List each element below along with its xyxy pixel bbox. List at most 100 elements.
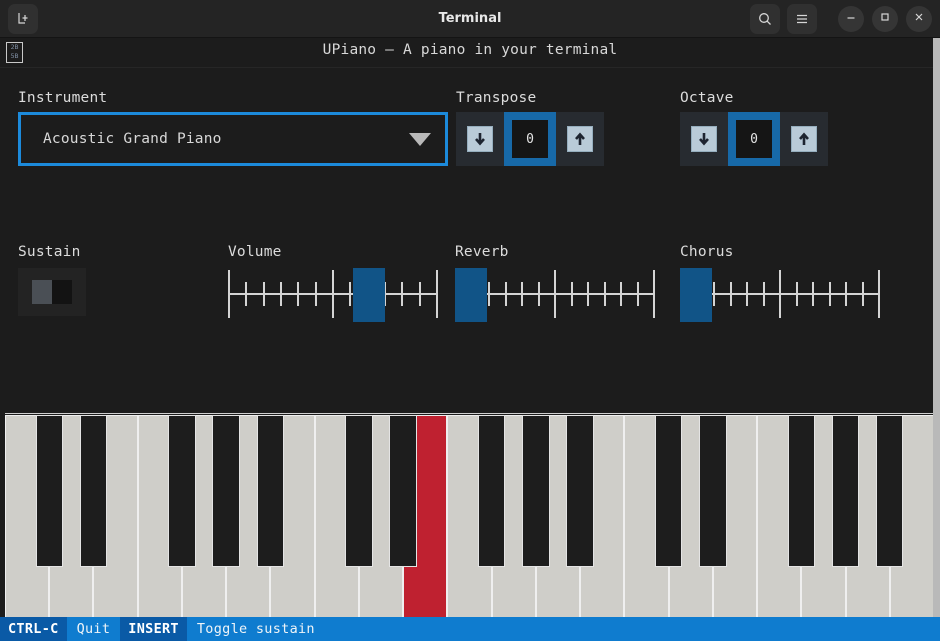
slider-tick [349,282,351,306]
status-shortcut-key: INSERT [120,617,187,641]
arrow-down-icon [467,126,493,152]
hamburger-menu-icon [794,11,810,27]
instrument-group: Instrument Acoustic Grand Piano [18,90,448,166]
slider-tick [746,282,748,306]
slider-tick [878,270,880,318]
slider-tick [436,270,438,318]
slider-group-chorus: Chorus [680,244,880,322]
slider-tick [297,282,299,306]
piano-black-key[interactable] [699,415,727,567]
close-button[interactable] [906,5,932,32]
octave-label: Octave [680,90,734,106]
slider-tick [796,282,798,306]
transpose-stepper: 0 [456,112,604,166]
titlebar-controls [750,3,932,34]
piano-black-key[interactable] [79,415,108,567]
volume-slider[interactable] [228,268,438,322]
slider-tick [488,282,490,306]
piano-black-key[interactable] [831,415,860,567]
slider-handle[interactable] [680,268,712,322]
slider-tick [419,282,421,306]
slider-tick [637,282,639,306]
piano-black-key[interactable] [876,415,904,567]
piano-keyboard[interactable] [5,413,934,641]
window-titlebar: Terminal [0,0,940,38]
piano-black-key[interactable] [212,415,240,567]
slider-tick [228,270,230,318]
slider-tick [505,282,507,306]
piano-black-key[interactable] [345,415,373,567]
instrument-select[interactable]: Acoustic Grand Piano [18,112,448,166]
octave-value[interactable]: 0 [728,112,780,166]
reverb-label: Reverb [455,244,509,260]
minimize-button[interactable] [838,5,864,32]
arrow-up-icon [791,126,817,152]
chorus-label: Chorus [680,244,734,260]
octave-decrement-button[interactable] [680,112,728,166]
terminal-scrollbar-thumb[interactable] [933,38,940,641]
slider-tick [571,282,573,306]
slider-group-reverb: Reverb [455,244,655,322]
piano-black-key[interactable] [787,415,815,567]
status-shortcut-description: Toggle sustain [186,617,325,641]
status-shortcut-key: CTRL-C [0,617,67,641]
transpose-decrement-button[interactable] [456,112,504,166]
piano-black-key[interactable] [522,415,550,567]
transpose-label: Transpose [456,90,537,106]
sustain-label: Sustain [18,244,81,260]
slider-tick [521,282,523,306]
search-icon [757,11,773,27]
slider-tick [620,282,622,306]
minimize-icon [844,9,858,28]
slider-tick [401,282,403,306]
slider-tick [263,282,265,306]
chevron-down-icon [409,132,431,146]
new-tab-button[interactable] [8,3,38,34]
slider-tick [315,282,317,306]
piano-black-key[interactable] [654,415,683,567]
sustain-toggle[interactable] [18,268,86,316]
slider-tick [779,270,781,318]
terminal-scrollbar-track[interactable] [933,38,940,641]
piano-black-key[interactable] [168,415,196,567]
octave-stepper: 0 [680,112,828,166]
slider-tick [812,282,814,306]
slider-tick [713,282,715,306]
maximize-icon [878,9,892,28]
app-title: UPiano — A piano in your terminal [322,42,618,58]
slider-tick [587,282,589,306]
slider-tick [332,270,334,318]
transpose-group: Transpose 0 [456,90,604,166]
search-button[interactable] [750,3,780,34]
piano-black-key[interactable] [566,415,594,567]
terminal-content: 2B 5B UPiano — A piano in your terminal … [0,38,940,641]
slider-group-volume: Volume [228,244,438,322]
new-tab-icon [16,11,31,26]
sustain-switch [32,280,72,304]
status-shortcut-description: Quit [66,617,121,641]
reverb-slider[interactable] [455,268,655,322]
slider-handle[interactable] [455,268,487,322]
volume-label: Volume [228,244,282,260]
transpose-increment-button[interactable] [556,112,604,166]
chorus-slider[interactable] [680,268,880,322]
slider-tick [845,282,847,306]
slider-handle[interactable] [353,268,385,322]
menu-button[interactable] [787,3,817,34]
maximize-button[interactable] [872,5,898,32]
slider-tick [763,282,765,306]
octave-group: Octave 0 [680,90,828,166]
sustain-switch-left [32,280,52,304]
arrow-down-icon [691,126,717,152]
transpose-value[interactable]: 0 [504,112,556,166]
piano-black-key[interactable] [35,415,63,567]
sustain-switch-right [52,280,72,304]
status-bar-fill [324,617,940,641]
piano-black-key[interactable] [256,415,285,567]
arrow-up-icon [567,126,593,152]
piano-black-key[interactable] [389,415,417,567]
octave-increment-button[interactable] [780,112,828,166]
slider-tick [862,282,864,306]
status-bar: CTRL-C Quit INSERT Toggle sustain [0,617,940,641]
piano-black-key[interactable] [477,415,506,567]
